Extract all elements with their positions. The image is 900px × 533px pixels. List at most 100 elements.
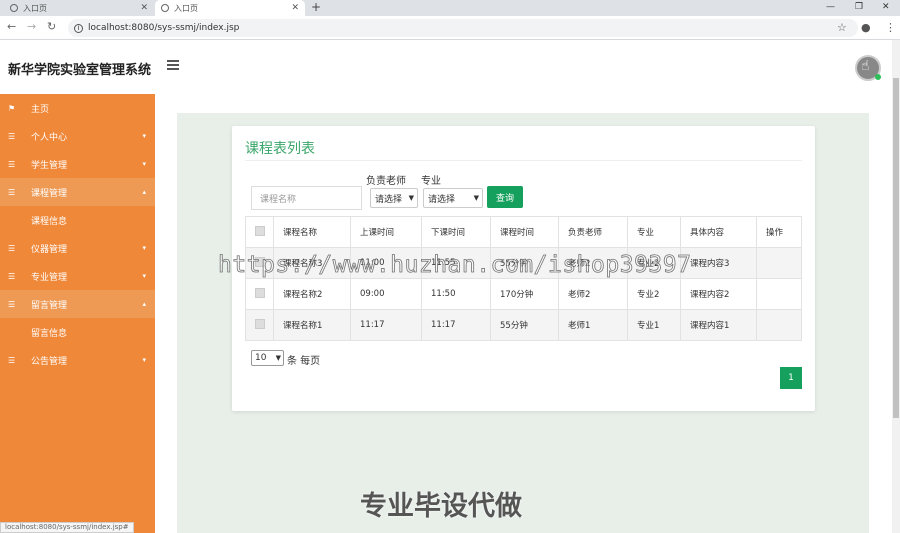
sidebar-item-label: 专业管理 — [31, 272, 68, 283]
new-tab-button[interactable]: + — [311, 0, 321, 15]
list-icon: ☰ — [8, 131, 16, 141]
sidebar-item-profile[interactable]: ☰ 个人中心 ▾ — [0, 122, 155, 150]
table-cell: 11:17 — [350, 309, 422, 341]
column-header: 下课时间 — [421, 216, 491, 248]
list-icon: ☰ — [8, 355, 16, 365]
sidebar-item-label: 课程管理 — [31, 188, 68, 199]
row-checkbox-cell[interactable] — [245, 278, 274, 310]
sidebar-item-label: 留言管理 — [31, 300, 68, 311]
teacher-select[interactable]: 请选择 ▼ — [370, 188, 418, 208]
overlay-banner-text: 专业毕设代做 — [360, 491, 522, 522]
table-row: 课程名称2 09:00 11:50 170分钟 老师2 专业2 课程内容2 — [245, 278, 802, 310]
list-icon: ☰ — [8, 271, 16, 281]
forward-icon[interactable]: → — [27, 20, 36, 33]
sidebar-item-home[interactable]: ⚑ 主页 — [0, 94, 155, 122]
query-button[interactable]: 查询 — [487, 186, 523, 208]
page-title: 课程表列表 — [245, 141, 315, 157]
url-text: localhost:8080/sys-ssmj/index.jsp — [88, 23, 240, 33]
course-name-placeholder: 课程名称 — [260, 194, 297, 205]
app-header: 新华学院实验室管理系统 ☝ — [0, 40, 892, 94]
page-size-label: 条 每页 — [287, 356, 321, 367]
reload-icon[interactable]: ↻ — [47, 20, 56, 33]
sidebar-item-majors[interactable]: ☰ 专业管理 ▾ — [0, 262, 155, 290]
table-cell: 09:00 — [350, 278, 422, 310]
vertical-scrollbar[interactable] — [892, 40, 900, 533]
sidebar-item-students[interactable]: ☰ 学生管理 ▾ — [0, 150, 155, 178]
page-size-select[interactable]: 10 ▼ — [251, 350, 284, 366]
profile-icon[interactable]: ● — [861, 21, 871, 34]
app-title: 新华学院实验室管理系统 — [8, 63, 152, 78]
table-cell: 11:17 — [421, 309, 491, 341]
actions-cell — [756, 247, 802, 279]
caret-icon: ▾ — [142, 160, 146, 168]
sidebar-item-label: 留言信息 — [31, 328, 68, 339]
minimize-icon[interactable]: — — [826, 0, 835, 14]
course-name-input[interactable]: 课程名称 — [251, 186, 362, 210]
caret-icon: ▾ — [142, 272, 146, 280]
back-icon[interactable]: ← — [7, 20, 16, 33]
hamburger-menu-icon[interactable] — [167, 60, 179, 70]
table-cell: 专业2 — [627, 278, 681, 310]
browser-tab[interactable]: 入口页 ✕ — [4, 0, 154, 16]
table-cell: 课程内容3 — [680, 247, 757, 279]
select-all-checkbox[interactable] — [255, 225, 265, 236]
tab-title: 入口页 — [174, 3, 198, 13]
tab-title: 入口页 — [23, 3, 47, 13]
column-header: 课程名称 — [273, 216, 351, 248]
sidebar-item-announcements[interactable]: ☰ 公告管理 ▾ — [0, 346, 155, 374]
hand-cursor-icon: ☝ — [861, 58, 870, 74]
column-header: 操作 — [756, 216, 802, 248]
select-all-cell[interactable] — [245, 216, 274, 248]
list-icon: ☰ — [8, 243, 16, 253]
info-icon[interactable]: i — [74, 23, 83, 33]
page-button-current[interactable]: 1 — [780, 367, 802, 389]
flag-icon: ⚑ — [8, 103, 16, 113]
row-checkbox[interactable] — [255, 318, 265, 329]
close-tab-icon[interactable]: ✕ — [140, 3, 148, 13]
browser-tab-active[interactable]: 入口页 ✕ — [155, 0, 305, 16]
sidebar-item-label: 课程信息 — [31, 216, 68, 227]
table-cell: 老师1 — [558, 309, 628, 341]
caret-icon: ▾ — [142, 356, 146, 364]
list-icon: ☰ — [8, 159, 16, 169]
actions-cell — [756, 309, 802, 341]
actions-cell — [756, 278, 802, 310]
column-header: 具体内容 — [680, 216, 757, 248]
table-header-row: 课程名称 上课时间 下课时间 课程时间 负责老师 专业 具体内容 操作 — [245, 216, 802, 248]
close-window-icon[interactable]: ✕ — [882, 0, 890, 14]
url-field[interactable]: i localhost:8080/sys-ssmj/index.jsp — [68, 19, 858, 37]
row-checkbox-cell[interactable] — [245, 309, 274, 341]
teacher-select-value: 请选择 — [375, 194, 403, 205]
restore-icon[interactable]: ❐ — [855, 0, 863, 14]
menu-kebab-icon[interactable]: ⋮ — [885, 21, 896, 34]
close-tab-icon[interactable]: ✕ — [291, 3, 299, 13]
chevron-down-icon: ▼ — [408, 194, 414, 202]
table-cell: 专业1 — [627, 309, 681, 341]
major-select[interactable]: 请选择 ▼ — [423, 188, 483, 208]
table-cell: 课程名称1 — [273, 309, 351, 341]
table-cell: 课程名称2 — [273, 278, 351, 310]
row-checkbox[interactable] — [255, 287, 265, 298]
page-size-value: 10 — [255, 353, 267, 363]
globe-icon — [10, 4, 18, 12]
sidebar-item-instruments[interactable]: ☰ 仪器管理 ▾ — [0, 234, 155, 262]
table-cell: 课程内容1 — [680, 309, 757, 341]
online-status-dot — [875, 74, 881, 80]
bookmark-star-icon[interactable]: ☆ — [837, 21, 847, 34]
column-header: 课程时间 — [490, 216, 559, 248]
sidebar-item-label: 学生管理 — [31, 160, 68, 171]
table-cell: 课程内容2 — [680, 278, 757, 310]
table-row: 课程名称1 11:17 11:17 55分钟 老师1 专业1 课程内容1 — [245, 309, 802, 341]
sidebar-subitem-message-info[interactable]: 留言信息 — [0, 318, 155, 346]
sidebar-item-messages[interactable]: ☰ 留言管理 ▴ — [0, 290, 155, 318]
teacher-filter-label: 负责老师 — [366, 176, 406, 187]
major-filter-label: 专业 — [421, 176, 441, 187]
sidebar-item-courses[interactable]: ☰ 课程管理 ▴ — [0, 178, 155, 206]
sidebar-item-label: 主页 — [31, 104, 50, 115]
scrollbar-thumb[interactable] — [893, 78, 899, 418]
status-bar-url: localhost:8080/sys-ssmj/index.jsp# — [0, 522, 134, 533]
caret-icon: ▴ — [142, 300, 146, 308]
sidebar-subitem-course-info[interactable]: 课程信息 — [0, 206, 155, 234]
caret-icon: ▴ — [142, 188, 146, 196]
column-header: 专业 — [627, 216, 681, 248]
